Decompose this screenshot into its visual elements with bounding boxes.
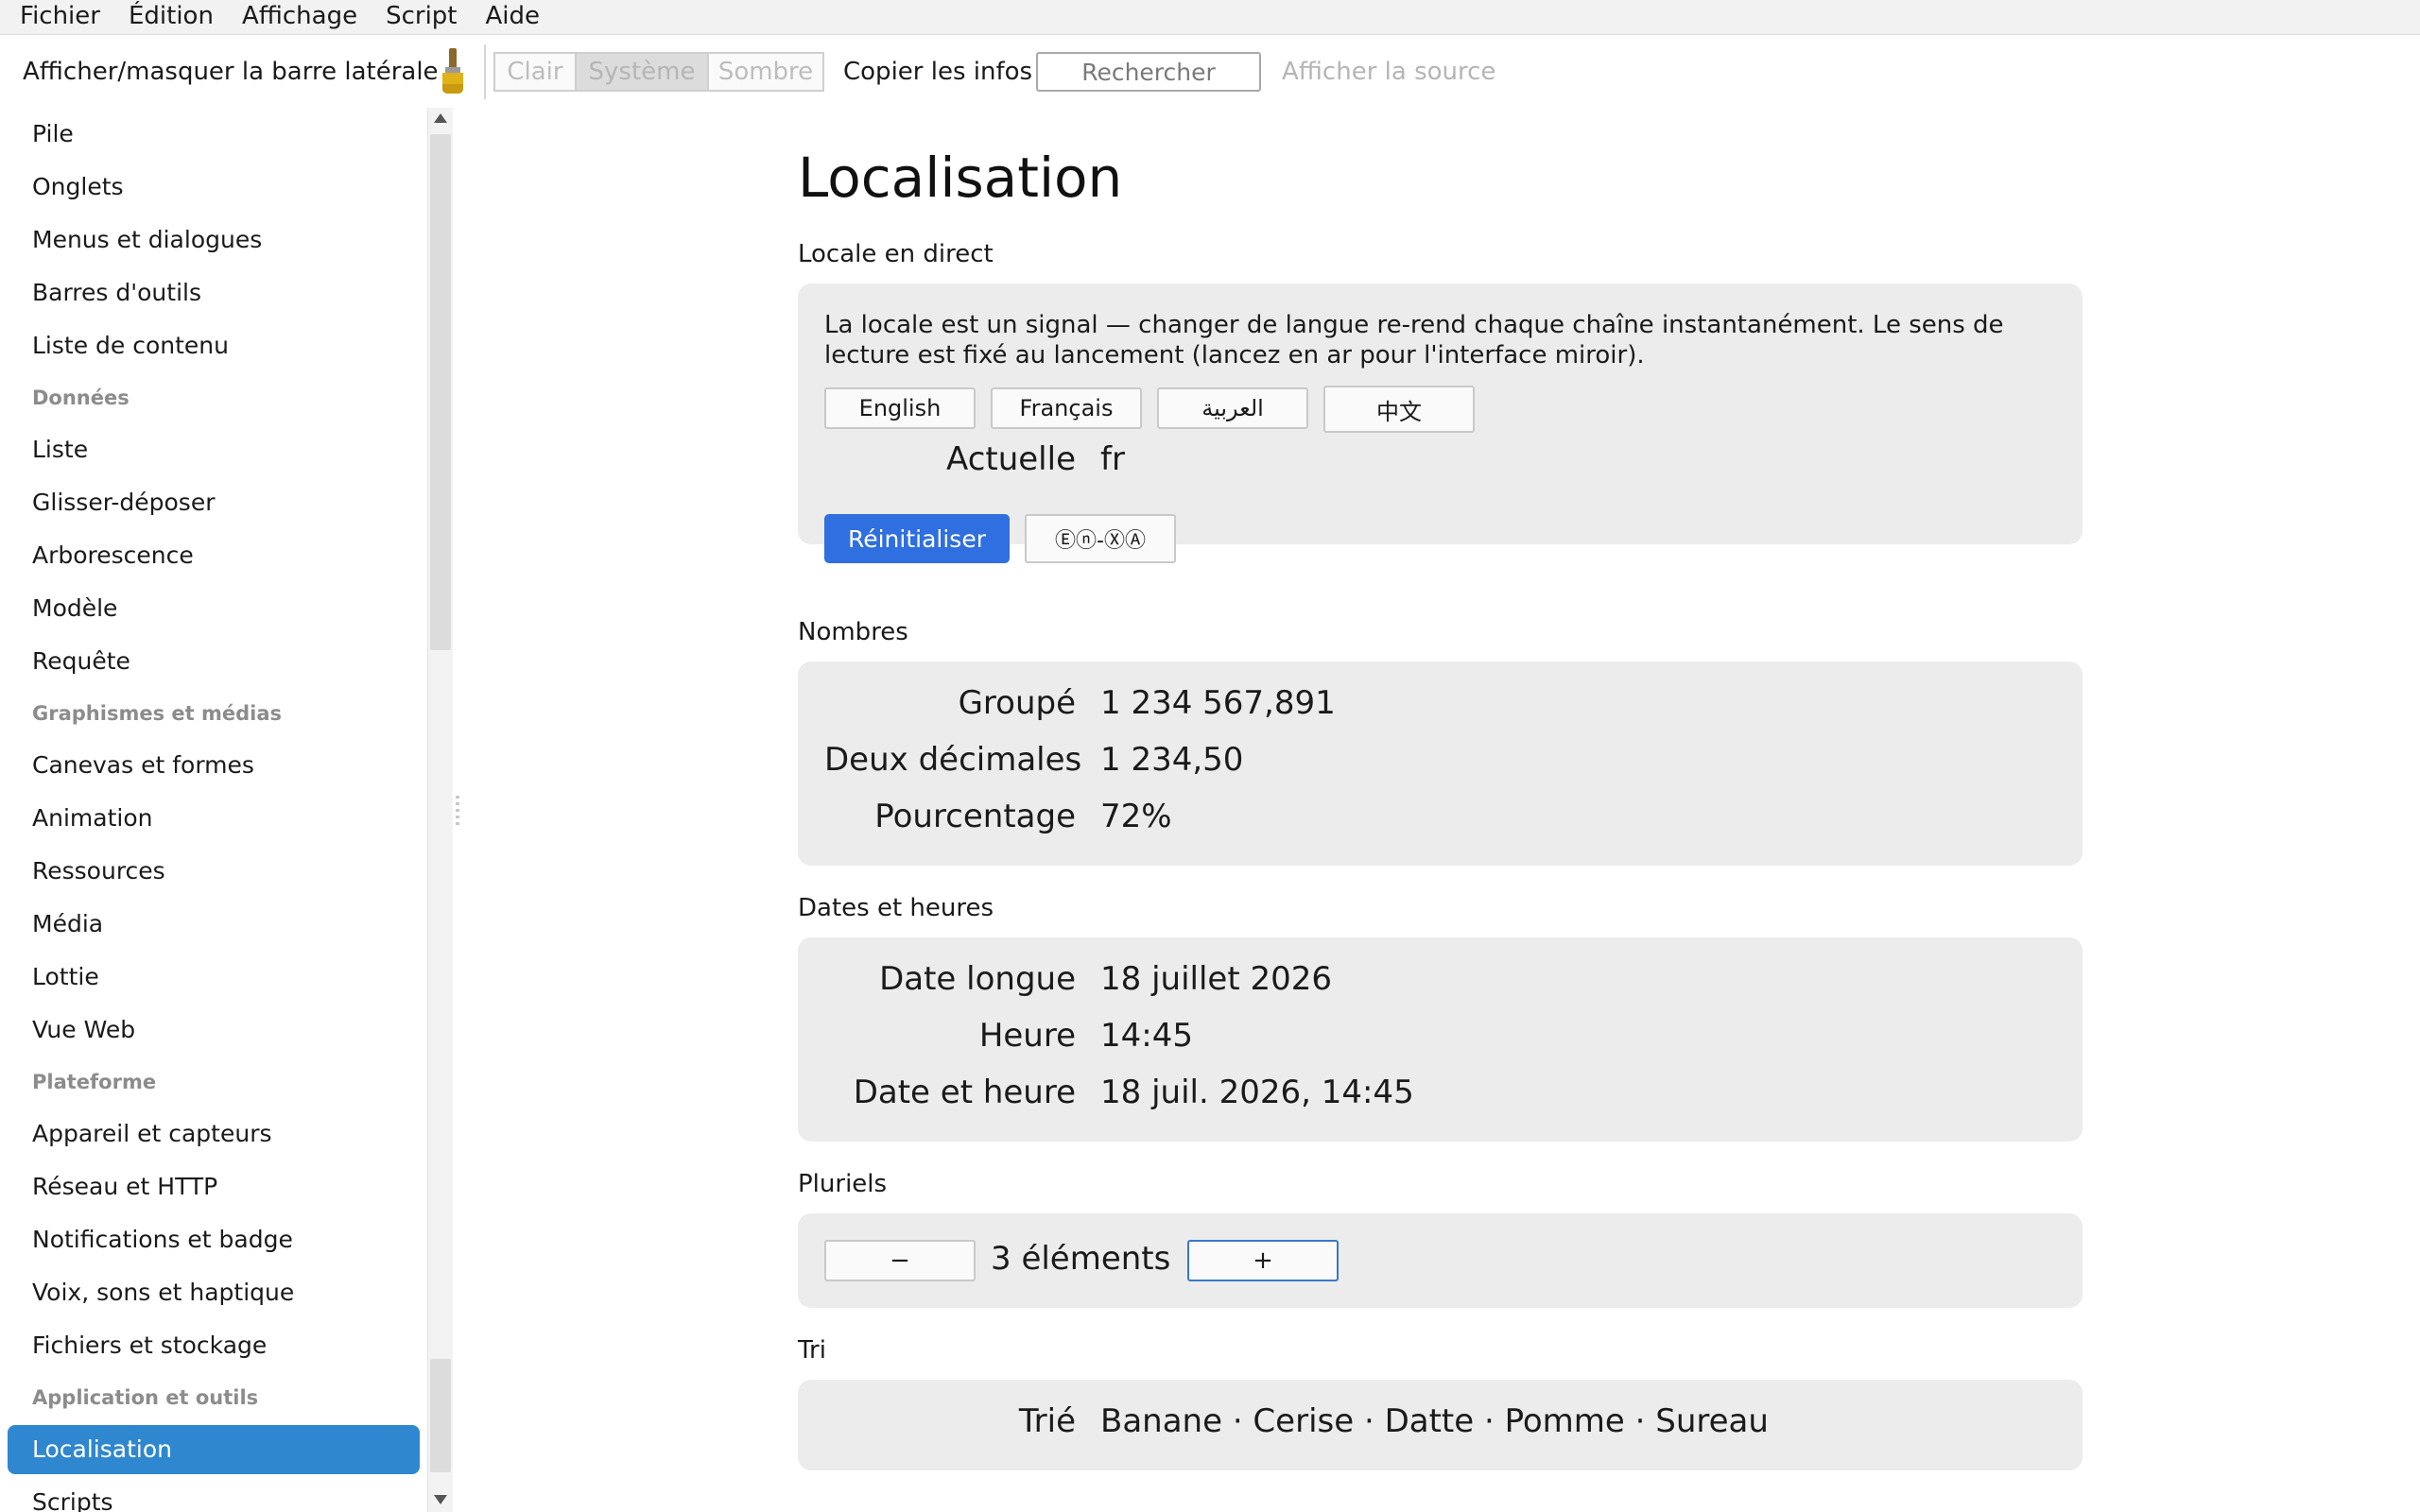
sidebar-item-arborescence[interactable]: Arborescence xyxy=(8,529,420,582)
reset-button[interactable]: Réinitialiser xyxy=(824,514,1010,563)
increment-button[interactable]: + xyxy=(1187,1240,1339,1281)
sorted-value: Banane · Cerise · Datte · Pomme · Sureau xyxy=(1100,1402,1769,1440)
lang-english-button[interactable]: English xyxy=(824,387,976,429)
scroll-thumb-lower[interactable] xyxy=(430,1359,451,1472)
numbers-heading: Nombres xyxy=(798,618,908,646)
current-locale-label: Actuelle xyxy=(946,440,1076,478)
search-input[interactable] xyxy=(1036,52,1261,92)
live-locale-description: La locale est un signal — changer de lan… xyxy=(824,311,2004,369)
sidebar-item-fichiers-et-stockage[interactable]: Fichiers et stockage xyxy=(8,1319,420,1372)
dates-heading: Dates et heures xyxy=(798,894,994,922)
decrement-button[interactable]: − xyxy=(824,1240,976,1281)
sidebar-nav-list: Pile Onglets Menus et dialogues Barres d'ou… xyxy=(8,108,420,1512)
time-value: 14:45 xyxy=(1100,1017,1193,1055)
two-decimals-label: Deux décimales xyxy=(824,741,1082,779)
sidebar-item-ressources[interactable]: Ressources xyxy=(8,845,420,898)
sidebar-item-appareil-et-capteurs[interactable]: Appareil et capteurs xyxy=(8,1108,420,1160)
theme-segmented-control: Clair Système Sombre xyxy=(493,52,824,92)
theme-system-button[interactable]: Système xyxy=(575,52,709,92)
plural-count-text: 3 éléments xyxy=(991,1240,1171,1278)
theme-dark-button[interactable]: Sombre xyxy=(707,52,824,92)
sidebar: Pile Onglets Menus et dialogues Barres d'ou… xyxy=(0,108,427,1512)
sidebar-item-canevas-et-formes[interactable]: Canevas et formes xyxy=(8,739,420,792)
sidebar-item-liste[interactable]: Liste xyxy=(8,423,420,476)
sidebar-item-barres-d-outils[interactable]: Barres d'outils xyxy=(8,266,420,319)
menu-edition[interactable]: Édition xyxy=(114,0,228,34)
scroll-thumb[interactable] xyxy=(430,134,451,650)
sidebar-item-pile[interactable]: Pile xyxy=(8,108,420,161)
percentage-value: 72% xyxy=(1100,798,1172,835)
sidebar-item-lottie[interactable]: Lottie xyxy=(8,951,420,1004)
sort-card: Trié Banane · Cerise · Datte · Pomme · S… xyxy=(798,1380,2083,1470)
copy-info-button[interactable]: Copier les infos xyxy=(843,58,1032,86)
sidebar-item-requete[interactable]: Requête xyxy=(8,635,420,688)
menu-affichage[interactable]: Affichage xyxy=(228,0,372,34)
dates-card: Date longue 18 juillet 2026 Heure 14:45 … xyxy=(798,937,2083,1142)
theme-light-button[interactable]: Clair xyxy=(493,52,577,92)
sidebar-section-plateforme: Plateforme xyxy=(32,1071,157,1093)
menu-bar: Fichier Édition Affichage Script Aide xyxy=(0,0,2420,35)
current-locale-value: fr xyxy=(1100,440,1125,478)
plurals-heading: Pluriels xyxy=(798,1170,888,1198)
lang-chinese-button[interactable]: 中文 xyxy=(1323,386,1475,433)
scroll-down-arrow-icon[interactable] xyxy=(434,1495,447,1504)
sidebar-section-donnees: Données xyxy=(32,387,130,409)
toolbar: Afficher/masquer la barre latérale Clair… xyxy=(0,35,2420,108)
menu-fichier[interactable]: Fichier xyxy=(0,0,114,34)
datetime-value: 18 juil. 2026, 14:45 xyxy=(1100,1074,1414,1111)
sidebar-scrollbar[interactable] xyxy=(427,108,453,1512)
toolbar-separator xyxy=(484,44,486,99)
pseudo-locale-button[interactable]: Ⓔⓝ-ⓍⒶ xyxy=(1025,514,1176,563)
datetime-label: Date et heure xyxy=(853,1074,1076,1111)
sidebar-section-application-et-outils: Application et outils xyxy=(32,1386,259,1409)
page-title: Localisation xyxy=(798,146,1123,210)
view-source-button[interactable]: Afficher la source xyxy=(1282,58,1495,86)
long-date-value: 18 juillet 2026 xyxy=(1100,960,1332,998)
sidebar-item-liste-de-contenu[interactable]: Liste de contenu xyxy=(8,319,420,372)
sidebar-item-vue-web[interactable]: Vue Web xyxy=(8,1004,420,1057)
sidebar-item-onglets[interactable]: Onglets xyxy=(8,161,420,214)
main-content: Localisation Locale en direct La locale … xyxy=(454,108,2420,1512)
sidebar-item-media[interactable]: Média xyxy=(8,898,420,951)
sidebar-item-voix-sons-et-haptique[interactable]: Voix, sons et haptique xyxy=(8,1266,420,1319)
sidebar-item-reseau-et-http[interactable]: Réseau et HTTP xyxy=(8,1160,420,1213)
percentage-label: Pourcentage xyxy=(874,798,1076,835)
grouped-value: 1 234 567,891 xyxy=(1100,684,1336,722)
time-label: Heure xyxy=(978,1017,1076,1055)
live-locale-heading: Locale en direct xyxy=(798,240,994,268)
grouped-label: Groupé xyxy=(958,684,1076,722)
sidebar-item-notifications-et-badge[interactable]: Notifications et badge xyxy=(8,1213,420,1266)
lang-french-button[interactable]: Français xyxy=(991,387,1142,429)
live-locale-card: La locale est un signal — changer de lan… xyxy=(798,284,2083,563)
sidebar-item-localisation[interactable]: Localisation xyxy=(8,1425,420,1474)
lang-arabic-button[interactable]: العربية xyxy=(1157,387,1308,429)
sidebar-item-menus-et-dialogues[interactable]: Menus et dialogues xyxy=(8,214,420,266)
sidebar-item-modele[interactable]: Modèle xyxy=(8,582,420,635)
sorted-label: Trié xyxy=(1018,1402,1076,1440)
sidebar-section-graphismes-et-medias: Graphismes et médias xyxy=(32,702,282,725)
menu-aide[interactable]: Aide xyxy=(472,0,555,34)
toggle-sidebar-button[interactable]: Afficher/masquer la barre latérale xyxy=(23,58,439,86)
sidebar-item-animation[interactable]: Animation xyxy=(8,792,420,845)
plurals-card: − 3 éléments + xyxy=(798,1213,2083,1308)
menu-script[interactable]: Script xyxy=(372,0,471,34)
numbers-card: Groupé 1 234 567,891 Deux décimales 1 23… xyxy=(798,662,2083,866)
two-decimals-value: 1 234,50 xyxy=(1100,741,1244,779)
long-date-label: Date longue xyxy=(879,960,1076,998)
scroll-up-arrow-icon[interactable] xyxy=(434,113,447,123)
sort-heading: Tri xyxy=(798,1336,826,1365)
paintbrush-icon[interactable] xyxy=(437,46,469,97)
sidebar-item-glisser-deposer[interactable]: Glisser-déposer xyxy=(8,476,420,529)
sidebar-item-scripts[interactable]: Scripts xyxy=(8,1476,420,1512)
